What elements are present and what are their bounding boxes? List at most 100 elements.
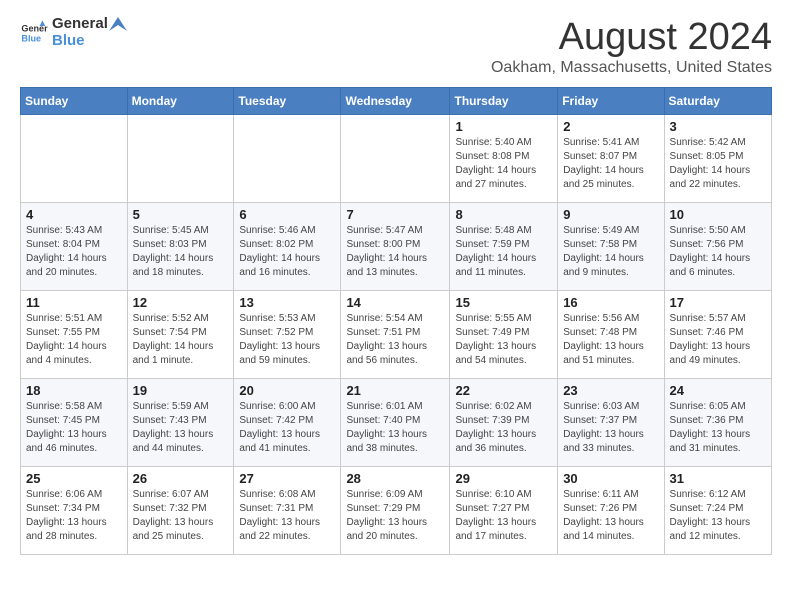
- table-row: [21, 115, 128, 203]
- day-number: 8: [455, 207, 552, 222]
- day-info: Sunrise: 5:59 AM Sunset: 7:43 PM Dayligh…: [133, 400, 229, 456]
- day-info: Sunrise: 5:41 AM Sunset: 8:07 PM Dayligh…: [563, 136, 658, 192]
- day-number: 27: [239, 471, 335, 486]
- day-info: Sunrise: 5:57 AM Sunset: 7:46 PM Dayligh…: [670, 312, 766, 368]
- day-info: Sunrise: 5:55 AM Sunset: 7:49 PM Dayligh…: [455, 312, 552, 368]
- day-info: Sunrise: 5:43 AM Sunset: 8:04 PM Dayligh…: [26, 224, 122, 280]
- table-row: 5 Sunrise: 5:45 AM Sunset: 8:03 PM Daylig…: [127, 203, 234, 291]
- table-row: [234, 115, 341, 203]
- header-thursday: Thursday: [450, 88, 558, 115]
- logo-blue-text: Blue: [52, 33, 128, 50]
- day-number: 19: [133, 383, 229, 398]
- calendar-table: Sunday Monday Tuesday Wednesday Thursday…: [20, 87, 772, 555]
- table-row: 7Sunrise: 5:47 AM Sunset: 8:00 PM Daylig…: [341, 203, 450, 291]
- table-row: 31 Sunrise: 6:12 AM Sunset: 7:24 PM Dayli…: [664, 467, 771, 555]
- table-row: 4 Sunrise: 5:43 AM Sunset: 8:04 PM Daylig…: [21, 203, 128, 291]
- day-number: 5: [133, 207, 229, 222]
- day-info: Sunrise: 5:46 AM Sunset: 8:02 PM Dayligh…: [239, 224, 335, 280]
- day-number: 1: [455, 119, 552, 134]
- day-number: 26: [133, 471, 229, 486]
- header-saturday: Saturday: [664, 88, 771, 115]
- calendar-week-row: 1 Sunrise: 5:40 AM Sunset: 8:08 PM Daylig…: [21, 115, 772, 203]
- logo-general-text: General: [52, 15, 108, 32]
- header-monday: Monday: [127, 88, 234, 115]
- day-info: Sunrise: 5:51 AM Sunset: 7:55 PM Dayligh…: [26, 312, 122, 368]
- day-number: 13: [239, 295, 335, 310]
- day-number: 12: [133, 295, 229, 310]
- table-row: 3 Sunrise: 5:42 AM Sunset: 8:05 PM Daylig…: [664, 115, 771, 203]
- day-number: 4: [26, 207, 122, 222]
- header-tuesday: Tuesday: [234, 88, 341, 115]
- table-row: 30Sunrise: 6:11 AM Sunset: 7:26 PM Dayli…: [558, 467, 664, 555]
- logo-bird-icon: [109, 17, 127, 31]
- table-row: 11 Sunrise: 5:51 AM Sunset: 7:55 PM Dayli…: [21, 291, 128, 379]
- calendar-week-row: 25Sunrise: 6:06 AM Sunset: 7:34 PM Dayli…: [21, 467, 772, 555]
- day-number: 11: [26, 295, 122, 310]
- day-info: Sunrise: 6:02 AM Sunset: 7:39 PM Dayligh…: [455, 400, 552, 456]
- day-number: 22: [455, 383, 552, 398]
- day-number: 17: [670, 295, 766, 310]
- location-subtitle: Oakham, Massachusetts, United States: [491, 59, 772, 77]
- month-year-title: August 2024: [491, 16, 772, 59]
- day-number: 28: [346, 471, 444, 486]
- table-row: 2 Sunrise: 5:41 AM Sunset: 8:07 PM Daylig…: [558, 115, 664, 203]
- day-number: 23: [563, 383, 658, 398]
- day-info: Sunrise: 6:03 AM Sunset: 7:37 PM Dayligh…: [563, 400, 658, 456]
- table-row: 15Sunrise: 5:55 AM Sunset: 7:49 PM Dayli…: [450, 291, 558, 379]
- table-row: 17 Sunrise: 5:57 AM Sunset: 7:46 PM Dayli…: [664, 291, 771, 379]
- day-info: Sunrise: 5:54 AM Sunset: 7:51 PM Dayligh…: [346, 312, 444, 368]
- table-row: [341, 115, 450, 203]
- day-number: 9: [563, 207, 658, 222]
- table-row: 23 Sunrise: 6:03 AM Sunset: 7:37 PM Dayli…: [558, 379, 664, 467]
- calendar-week-row: 11 Sunrise: 5:51 AM Sunset: 7:55 PM Dayli…: [21, 291, 772, 379]
- day-info: Sunrise: 5:58 AM Sunset: 7:45 PM Dayligh…: [26, 400, 122, 456]
- table-row: 28 Sunrise: 6:09 AM Sunset: 7:29 PM Dayli…: [341, 467, 450, 555]
- table-row: 16Sunrise: 5:56 AM Sunset: 7:48 PM Dayli…: [558, 291, 664, 379]
- day-number: 29: [455, 471, 552, 486]
- day-number: 20: [239, 383, 335, 398]
- day-info: Sunrise: 5:40 AM Sunset: 8:08 PM Dayligh…: [455, 136, 552, 192]
- day-info: Sunrise: 6:00 AM Sunset: 7:42 PM Dayligh…: [239, 400, 335, 456]
- day-number: 18: [26, 383, 122, 398]
- day-info: Sunrise: 6:09 AM Sunset: 7:29 PM Dayligh…: [346, 488, 444, 544]
- day-info: Sunrise: 6:01 AM Sunset: 7:40 PM Dayligh…: [346, 400, 444, 456]
- day-number: 2: [563, 119, 658, 134]
- table-row: 19 Sunrise: 5:59 AM Sunset: 7:43 PM Dayli…: [127, 379, 234, 467]
- day-info: Sunrise: 6:11 AM Sunset: 7:26 PM Dayligh…: [563, 488, 658, 544]
- day-info: Sunrise: 5:49 AM Sunset: 7:58 PM Dayligh…: [563, 224, 658, 280]
- day-info: Sunrise: 5:50 AM Sunset: 7:56 PM Dayligh…: [670, 224, 766, 280]
- table-row: 21 Sunrise: 6:01 AM Sunset: 7:40 PM Dayli…: [341, 379, 450, 467]
- day-number: 3: [670, 119, 766, 134]
- day-info: Sunrise: 5:45 AM Sunset: 8:03 PM Dayligh…: [133, 224, 229, 280]
- day-info: Sunrise: 6:12 AM Sunset: 7:24 PM Dayligh…: [670, 488, 766, 544]
- svg-text:Blue: Blue: [21, 33, 41, 43]
- day-number: 6: [239, 207, 335, 222]
- table-row: 27Sunrise: 6:08 AM Sunset: 7:31 PM Dayli…: [234, 467, 341, 555]
- day-info: Sunrise: 5:48 AM Sunset: 7:59 PM Dayligh…: [455, 224, 552, 280]
- day-number: 21: [346, 383, 444, 398]
- day-info: Sunrise: 6:06 AM Sunset: 7:34 PM Dayligh…: [26, 488, 122, 544]
- table-row: 9 Sunrise: 5:49 AM Sunset: 7:58 PM Daylig…: [558, 203, 664, 291]
- calendar-header-row: Sunday Monday Tuesday Wednesday Thursday…: [21, 88, 772, 115]
- header-wednesday: Wednesday: [341, 88, 450, 115]
- table-row: 20 Sunrise: 6:00 AM Sunset: 7:42 PM Dayli…: [234, 379, 341, 467]
- day-number: 10: [670, 207, 766, 222]
- day-number: 31: [670, 471, 766, 486]
- calendar-week-row: 4 Sunrise: 5:43 AM Sunset: 8:04 PM Daylig…: [21, 203, 772, 291]
- day-info: Sunrise: 5:42 AM Sunset: 8:05 PM Dayligh…: [670, 136, 766, 192]
- header-friday: Friday: [558, 88, 664, 115]
- title-section: August 2024 Oakham, Massachusetts, Unite…: [491, 16, 772, 77]
- day-number: 7: [346, 207, 444, 222]
- table-row: 8 Sunrise: 5:48 AM Sunset: 7:59 PM Daylig…: [450, 203, 558, 291]
- page-header: General Blue General Blue August 2024 Oa…: [20, 16, 772, 77]
- table-row: 6 Sunrise: 5:46 AM Sunset: 8:02 PM Daylig…: [234, 203, 341, 291]
- table-row: 13Sunrise: 5:53 AM Sunset: 7:52 PM Dayli…: [234, 291, 341, 379]
- table-row: 22 Sunrise: 6:02 AM Sunset: 7:39 PM Dayli…: [450, 379, 558, 467]
- table-row: 26 Sunrise: 6:07 AM Sunset: 7:32 PM Dayli…: [127, 467, 234, 555]
- day-info: Sunrise: 6:05 AM Sunset: 7:36 PM Dayligh…: [670, 400, 766, 456]
- table-row: 14 Sunrise: 5:54 AM Sunset: 7:51 PM Dayli…: [341, 291, 450, 379]
- header-sunday: Sunday: [21, 88, 128, 115]
- day-number: 14: [346, 295, 444, 310]
- day-info: Sunrise: 6:07 AM Sunset: 7:32 PM Dayligh…: [133, 488, 229, 544]
- table-row: 25Sunrise: 6:06 AM Sunset: 7:34 PM Dayli…: [21, 467, 128, 555]
